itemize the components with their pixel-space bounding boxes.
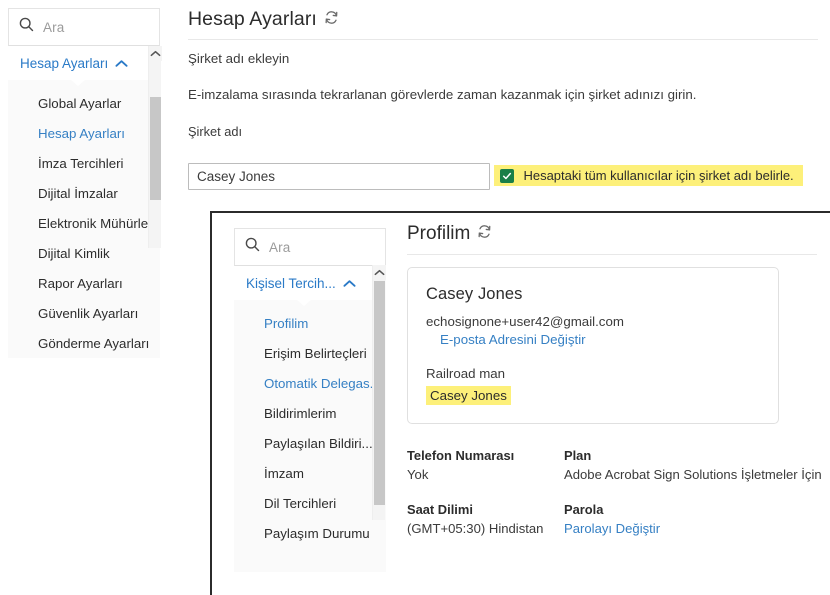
section-description: E-imzalama sırasında tekrarlanan görevle… [188, 87, 697, 102]
sidebar-menu-item[interactable]: Rapor Ayarları [8, 268, 160, 298]
section-subtitle: Şirket adı ekleyin [188, 51, 290, 66]
sidebar-menu-item[interactable]: Erişim Belirteçleri [234, 338, 386, 368]
sidebar-group-header-account-settings[interactable]: Hesap Ayarları [8, 46, 148, 86]
outer-sidebar-scrollbar[interactable] [148, 46, 162, 248]
inner-search-placeholder: Ara [269, 239, 291, 255]
info-value: (GMT+05:30) Hindistan [407, 521, 544, 536]
profile-name: Casey Jones [426, 285, 523, 303]
info-value: Adobe Acrobat Sign Solutions İşletmeler … [564, 467, 822, 482]
refresh-icon[interactable] [477, 223, 492, 245]
sidebar-group-header-label: Kişisel Tercih... [246, 275, 336, 291]
info-label: Plan [564, 448, 592, 463]
info-label: Parola [564, 502, 604, 517]
sidebar-menu-item[interactable]: İmza Tercihleri [8, 148, 160, 178]
sidebar-menu-item[interactable]: Dijital Kimlik [8, 238, 160, 268]
embedded-profile-screenshot: Ara Kişisel Tercih... Profilim Erişim Bel… [210, 211, 830, 595]
sidebar-menu-item[interactable]: Elektronik Mühürler [8, 208, 160, 238]
sidebar-menu-item[interactable]: Profilim [234, 308, 386, 338]
page-title: Hesap Ayarları [188, 8, 818, 40]
account-settings-menu: Global Ayarlar Hesap Ayarları İmza Tercihl… [8, 80, 160, 358]
account-settings-sidebar: Ara Hesap Ayarları Global Ayarlar Hesap A… [8, 8, 160, 358]
scroll-up-icon[interactable] [149, 46, 162, 61]
checkbox-checked-icon[interactable] [500, 168, 515, 183]
search-icon [19, 17, 34, 37]
profile-card: Casey Jones echosignone+user42@gmail.com… [407, 267, 779, 424]
refresh-icon[interactable] [324, 8, 339, 31]
sidebar-group-notch [70, 79, 86, 86]
profile-info-grid: Telefon Numarası Yok Plan Adobe Acrobat Sig… [407, 448, 827, 536]
personal-preferences-sidebar: Ara Kişisel Tercih... Profilim Erişim Bel… [234, 228, 386, 572]
info-cell: Saat Dilimi (GMT+05:30) Hindistan [407, 502, 564, 536]
info-value[interactable]: Parolayı Değiştir [564, 521, 827, 536]
inner-search-input[interactable]: Ara [234, 228, 386, 266]
sidebar-menu-item[interactable]: Paylaşım Durumu [234, 518, 386, 548]
change-email-link[interactable]: E-posta Adresini Değiştir [440, 332, 586, 347]
sidebar-menu-item[interactable]: Dil Tercihleri [234, 488, 386, 518]
account-settings-content: Hesap Ayarları Şirket adı ekleyin E-imza… [188, 8, 818, 190]
profile-page-title: Profilim [407, 223, 817, 255]
profile-company: Casey Jones [426, 386, 511, 405]
sidebar-group-header-personal-preferences[interactable]: Kişisel Tercih... [234, 266, 374, 306]
profile-content: Profilim Casey Jones echosignone+user42@… [407, 223, 822, 536]
sidebar-menu-item[interactable]: Dijital İmzalar [8, 178, 160, 208]
sidebar-menu-item[interactable]: İmzam [234, 458, 386, 488]
info-value: Yok [407, 467, 429, 482]
scroll-up-icon[interactable] [373, 265, 386, 280]
set-company-name-checkbox-label: Hesaptaki tüm kullanıcılar için şirket a… [523, 168, 794, 183]
set-company-name-checkbox-row[interactable]: Hesaptaki tüm kullanıcılar için şirket a… [494, 165, 803, 186]
sidebar-menu-item[interactable]: Bildirimlerim [234, 398, 386, 428]
sidebar-menu-item[interactable]: Gönderme Ayarları [8, 328, 160, 358]
scrollbar-thumb[interactable] [150, 97, 161, 200]
sidebar-group-notch [296, 299, 312, 306]
company-name-input[interactable] [188, 162, 490, 190]
sidebar-group-header-label: Hesap Ayarları [20, 55, 109, 71]
sidebar-menu-item[interactable]: Güvenlik Ayarları [8, 298, 160, 328]
sidebar-menu-item[interactable]: Paylaşılan Bildiri... [234, 428, 386, 458]
inner-sidebar-scrollbar[interactable] [372, 265, 386, 520]
info-cell: Telefon Numarası Yok [407, 448, 564, 482]
info-label: Telefon Numarası [407, 448, 515, 463]
page-title-text: Hesap Ayarları [188, 8, 317, 30]
sidebar-menu-item[interactable]: Global Ayarlar [8, 88, 160, 118]
personal-preferences-menu: Profilim Erişim Belirteçleri Otomatik Dele… [234, 300, 386, 548]
outer-search-input[interactable]: Ara [8, 8, 160, 46]
info-cell: Parola Parolayı Değiştir [564, 502, 827, 536]
info-label: Saat Dilimi [407, 502, 473, 517]
chevron-up-icon [343, 279, 356, 288]
profile-job-title: Railroad man [426, 366, 506, 381]
screenshot-root: Ara Hesap Ayarları Global Ayarlar Hesap A… [0, 0, 830, 595]
sidebar-menu-item[interactable]: Hesap Ayarları [8, 118, 160, 148]
sidebar-menu-item[interactable]: Otomatik Delegas... [234, 368, 386, 398]
scrollbar-thumb[interactable] [374, 281, 385, 505]
chevron-up-icon [115, 59, 128, 68]
info-cell: Plan Adobe Acrobat Sign Solutions İşletme… [564, 448, 827, 482]
search-icon [245, 237, 260, 257]
company-name-label: Şirket adı [188, 124, 243, 139]
outer-search-placeholder: Ara [43, 19, 65, 35]
profile-email: echosignone+user42@gmail.com [426, 314, 624, 329]
profile-page-title-text: Profilim [407, 223, 471, 244]
